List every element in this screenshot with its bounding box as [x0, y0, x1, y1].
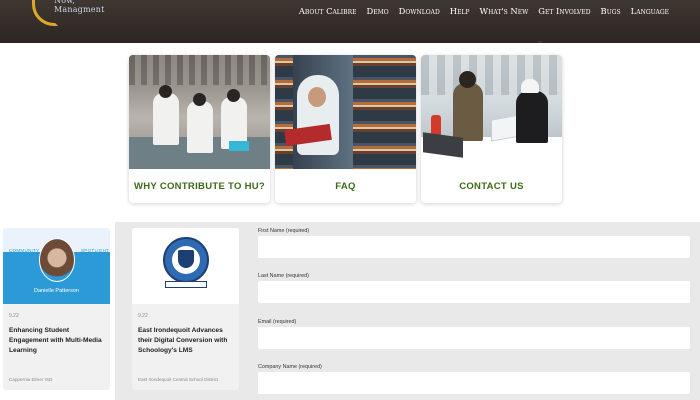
nav-bugs[interactable]: Bugs — [601, 5, 621, 17]
library-photo — [275, 55, 416, 169]
tag-spotlight: SPOTLIGHT — [81, 248, 110, 253]
resource-source: East Irondequoit Central School District — [138, 377, 219, 382]
email-input[interactable] — [258, 327, 690, 349]
logo-text: Now, Managment — [54, 0, 105, 14]
nav-get-involved[interactable]: Get Involved — [538, 5, 590, 17]
first-name-input[interactable] — [258, 236, 690, 258]
email-label: Email (required) — [258, 319, 297, 325]
tag-community: COMMUNITY — [9, 248, 40, 253]
card-label-contact-us: CONTACT US — [459, 180, 524, 192]
card-label-why-contribute: WHY CONTRIBUTE TO HU? — [133, 180, 266, 192]
first-name-field: First Name (required) — [258, 227, 690, 258]
card-why-contribute[interactable]: WHY CONTRIBUTE TO HU? — [129, 55, 270, 203]
company-name-field: Company Name (required) — [258, 363, 690, 394]
last-name-field: Last Name (required) — [258, 272, 690, 303]
nav-about-calibre[interactable]: About Calibre — [299, 5, 357, 17]
resource-date: 9.22 — [138, 313, 148, 319]
nav-whats-new[interactable]: What's New — [479, 5, 528, 17]
district-seal-icon — [163, 237, 209, 291]
resource-source: Cappernia Elmer ISD — [9, 377, 53, 382]
company-name-input[interactable] — [258, 372, 690, 394]
resource-card[interactable]: COMMUNITY SPOTLIGHT Danielle Patterson 9… — [3, 228, 110, 390]
card-label-faq: FAQ — [335, 180, 356, 192]
resource-card[interactable]: 9.22 East Irondequoit Advances their Dig… — [132, 228, 239, 390]
district-seal-image — [132, 228, 239, 304]
nav-language[interactable]: Language — [631, 5, 669, 17]
last-name-input[interactable] — [258, 281, 690, 303]
page: Now, Managment About Calibre Demo Downlo… — [0, 0, 700, 400]
email-field: Email (required) — [258, 318, 690, 349]
resource-date: 9.22 — [9, 313, 19, 319]
card-faq[interactable]: FAQ — [275, 55, 416, 203]
spotlight-person-name: Danielle Patterson — [34, 288, 79, 294]
avatar — [39, 238, 75, 282]
company-name-label: Company Name (required) — [258, 364, 322, 370]
lab-photo — [129, 55, 270, 169]
last-name-label: Last Name (required) — [258, 273, 309, 279]
nav-help[interactable]: Help — [450, 5, 470, 17]
resource-title[interactable]: Enhancing Student Engagement with Multi-… — [9, 326, 109, 356]
calibre-logo[interactable]: Now, Managment — [30, 0, 120, 32]
resource-title[interactable]: East Irondequoit Advances their Digital … — [138, 326, 238, 356]
nav-demo[interactable]: Demo — [366, 5, 388, 17]
community-spotlight-image: COMMUNITY SPOTLIGHT Danielle Patterson — [3, 228, 110, 304]
card-contact-us[interactable]: CONTACT US — [421, 55, 562, 203]
top-navigation-bar: Now, Managment About Calibre Demo Downlo… — [0, 0, 700, 43]
header-divider — [538, 41, 542, 43]
info-cards-row: WHY CONTRIBUTE TO HU? FAQ CONTACT US — [129, 55, 562, 203]
main-nav: About Calibre Demo Download Help What's … — [299, 5, 669, 17]
first-name-label: First Name (required) — [258, 228, 310, 234]
office-photo — [421, 55, 562, 169]
nav-download[interactable]: Download — [399, 5, 440, 17]
